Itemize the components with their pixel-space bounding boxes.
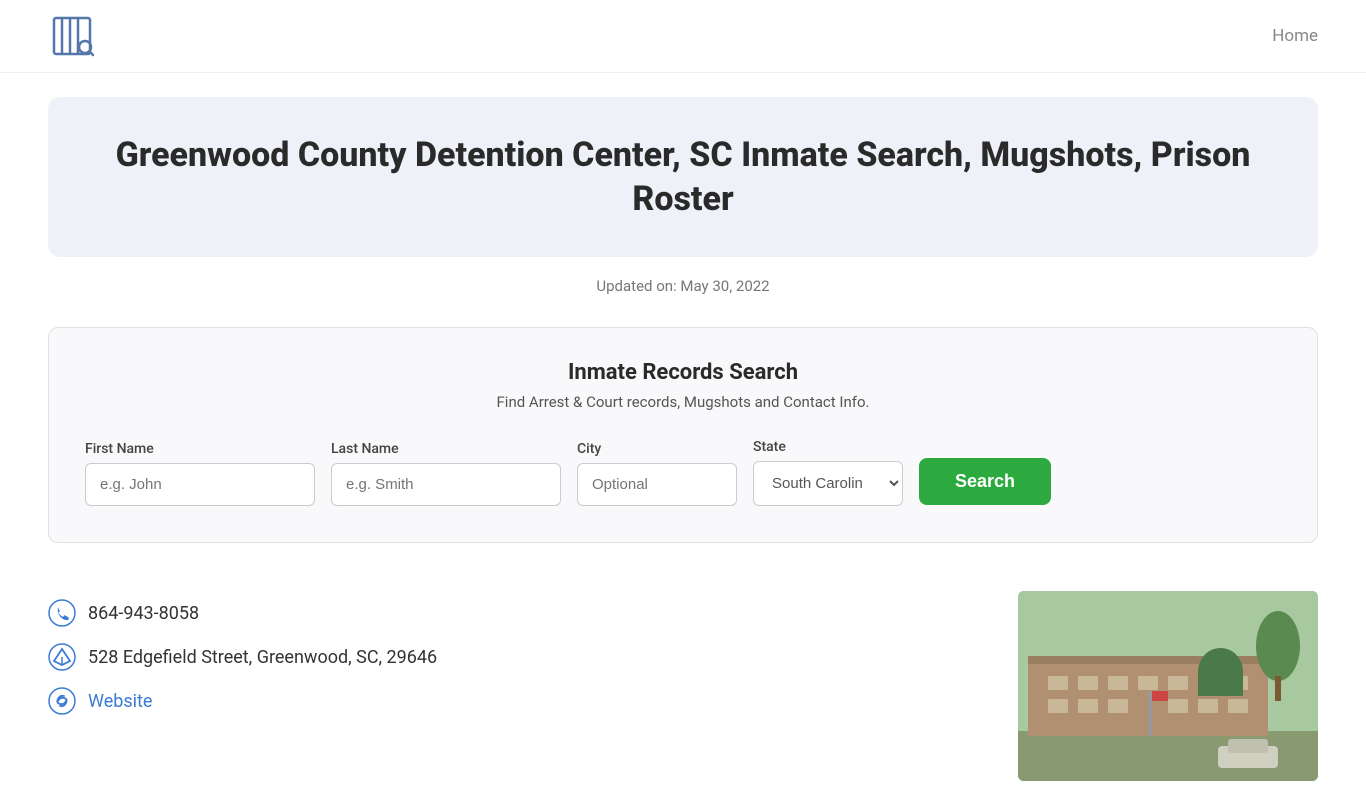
search-card-subtitle: Find Arrest & Court records, Mugshots an… [85,393,1281,411]
search-button[interactable]: Search [919,458,1051,505]
first-name-field: First Name [85,441,315,506]
hero-banner: Greenwood County Detention Center, SC In… [48,97,1318,257]
page-title: Greenwood County Detention Center, SC In… [96,133,1270,221]
search-card: Inmate Records Search Find Arrest & Cour… [48,327,1318,543]
facility-svg [1018,591,1318,781]
last-name-field: Last Name [331,441,561,506]
website-link[interactable]: Website [88,691,152,712]
search-form: First Name Last Name City State South Ca… [85,439,1281,506]
address-row: 528 Edgefield Street, Greenwood, SC, 296… [48,643,437,671]
website-row: Website [48,687,437,715]
phone-row: 864-943-8058 [48,599,437,627]
nav-links: Home [1272,26,1318,46]
last-name-label: Last Name [331,441,561,457]
first-name-label: First Name [85,441,315,457]
link-icon [48,687,76,715]
first-name-input[interactable] [85,463,315,506]
search-card-title: Inmate Records Search [85,360,1281,385]
state-label: State [753,439,903,455]
updated-date: Updated on: May 30, 2022 [0,277,1366,295]
info-section: 864-943-8058 528 Edgefield Street, Green… [0,567,1366,805]
facility-image-bg [1018,591,1318,781]
address-icon [48,643,76,671]
state-select[interactable]: South Carolin Alabama Alaska Arizona Ark… [753,461,903,506]
logo-icon [48,12,96,60]
logo[interactable] [48,12,96,60]
city-label: City [577,441,737,457]
phone-number: 864-943-8058 [88,603,199,624]
city-field: City [577,441,737,506]
facility-image [1018,591,1318,781]
phone-icon [48,599,76,627]
last-name-input[interactable] [331,463,561,506]
city-input[interactable] [577,463,737,506]
navbar: Home [0,0,1366,73]
state-field: State South Carolin Alabama Alaska Arizo… [753,439,903,506]
nav-home-link[interactable]: Home [1272,26,1318,46]
address-text: 528 Edgefield Street, Greenwood, SC, 296… [88,647,437,668]
contact-info: 864-943-8058 528 Edgefield Street, Green… [48,591,437,715]
